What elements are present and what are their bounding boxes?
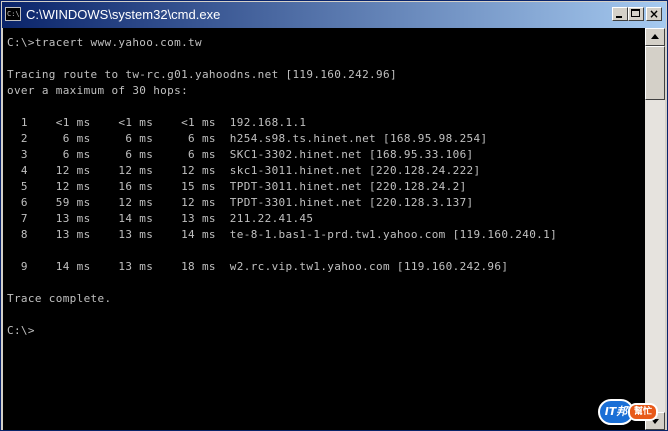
watermark-tag: 幫忙 [628,403,658,421]
console-line: 2 6 ms 6 ms 6 ms h254.s98.ts.hinet.net [… [7,132,488,145]
console-line: 6 59 ms 12 ms 12 ms TPDT-3301.hinet.net … [7,196,474,209]
console-line: 8 13 ms 13 ms 14 ms te-8-1.bas1-1-prd.tw… [7,228,558,241]
console-line: C:\>tracert www.yahoo.com.tw [7,36,202,49]
window-title: C:\WINDOWS\system32\cmd.exe [26,7,221,22]
minimize-button[interactable] [612,7,628,21]
cmd-app-icon[interactable]: C:\ [5,7,21,21]
console-output-area[interactable]: C:\>tracert www.yahoo.com.tw Tracing rou… [3,28,645,430]
console-line: 7 13 ms 14 ms 13 ms 211.22.41.45 [7,212,314,225]
close-icon: × [648,7,660,21]
console-text: C:\>tracert www.yahoo.com.tw Tracing rou… [7,35,557,339]
cmd-window: C:\ C:\WINDOWS\system32\cmd.exe × C:\>tr… [0,0,668,431]
console-line: over a maximum of 30 hops: [7,84,189,97]
close-button[interactable]: × [646,7,662,21]
scroll-up-button[interactable] [645,28,665,46]
maximize-button[interactable] [628,7,644,21]
console-line: 1 <1 ms <1 ms <1 ms 192.168.1.1 [7,116,307,129]
console-line: Tracing route to tw-rc.g01.yahoodns.net … [7,68,397,81]
scroll-thumb[interactable] [645,46,665,100]
minimize-icon [616,16,622,18]
console-line: 3 6 ms 6 ms 6 ms SKC1-3302.hinet.net [16… [7,148,474,161]
ithome-watermark-logo: IT邦 幫忙 [598,399,660,425]
console-line: 4 12 ms 12 ms 12 ms skc1-3011.hinet.net … [7,164,481,177]
console-line: C:\> [7,324,35,337]
console-line: 9 14 ms 13 ms 18 ms w2.rc.vip.tw1.yahoo.… [7,260,509,273]
console-line: Trace complete. [7,292,112,305]
console-line: 5 12 ms 16 ms 15 ms TPDT-3011.hinet.net … [7,180,467,193]
maximize-icon [631,9,640,17]
arrow-up-icon [651,34,659,39]
title-bar[interactable]: C:\ C:\WINDOWS\system32\cmd.exe × [2,2,666,28]
vertical-scrollbar[interactable] [645,28,665,430]
